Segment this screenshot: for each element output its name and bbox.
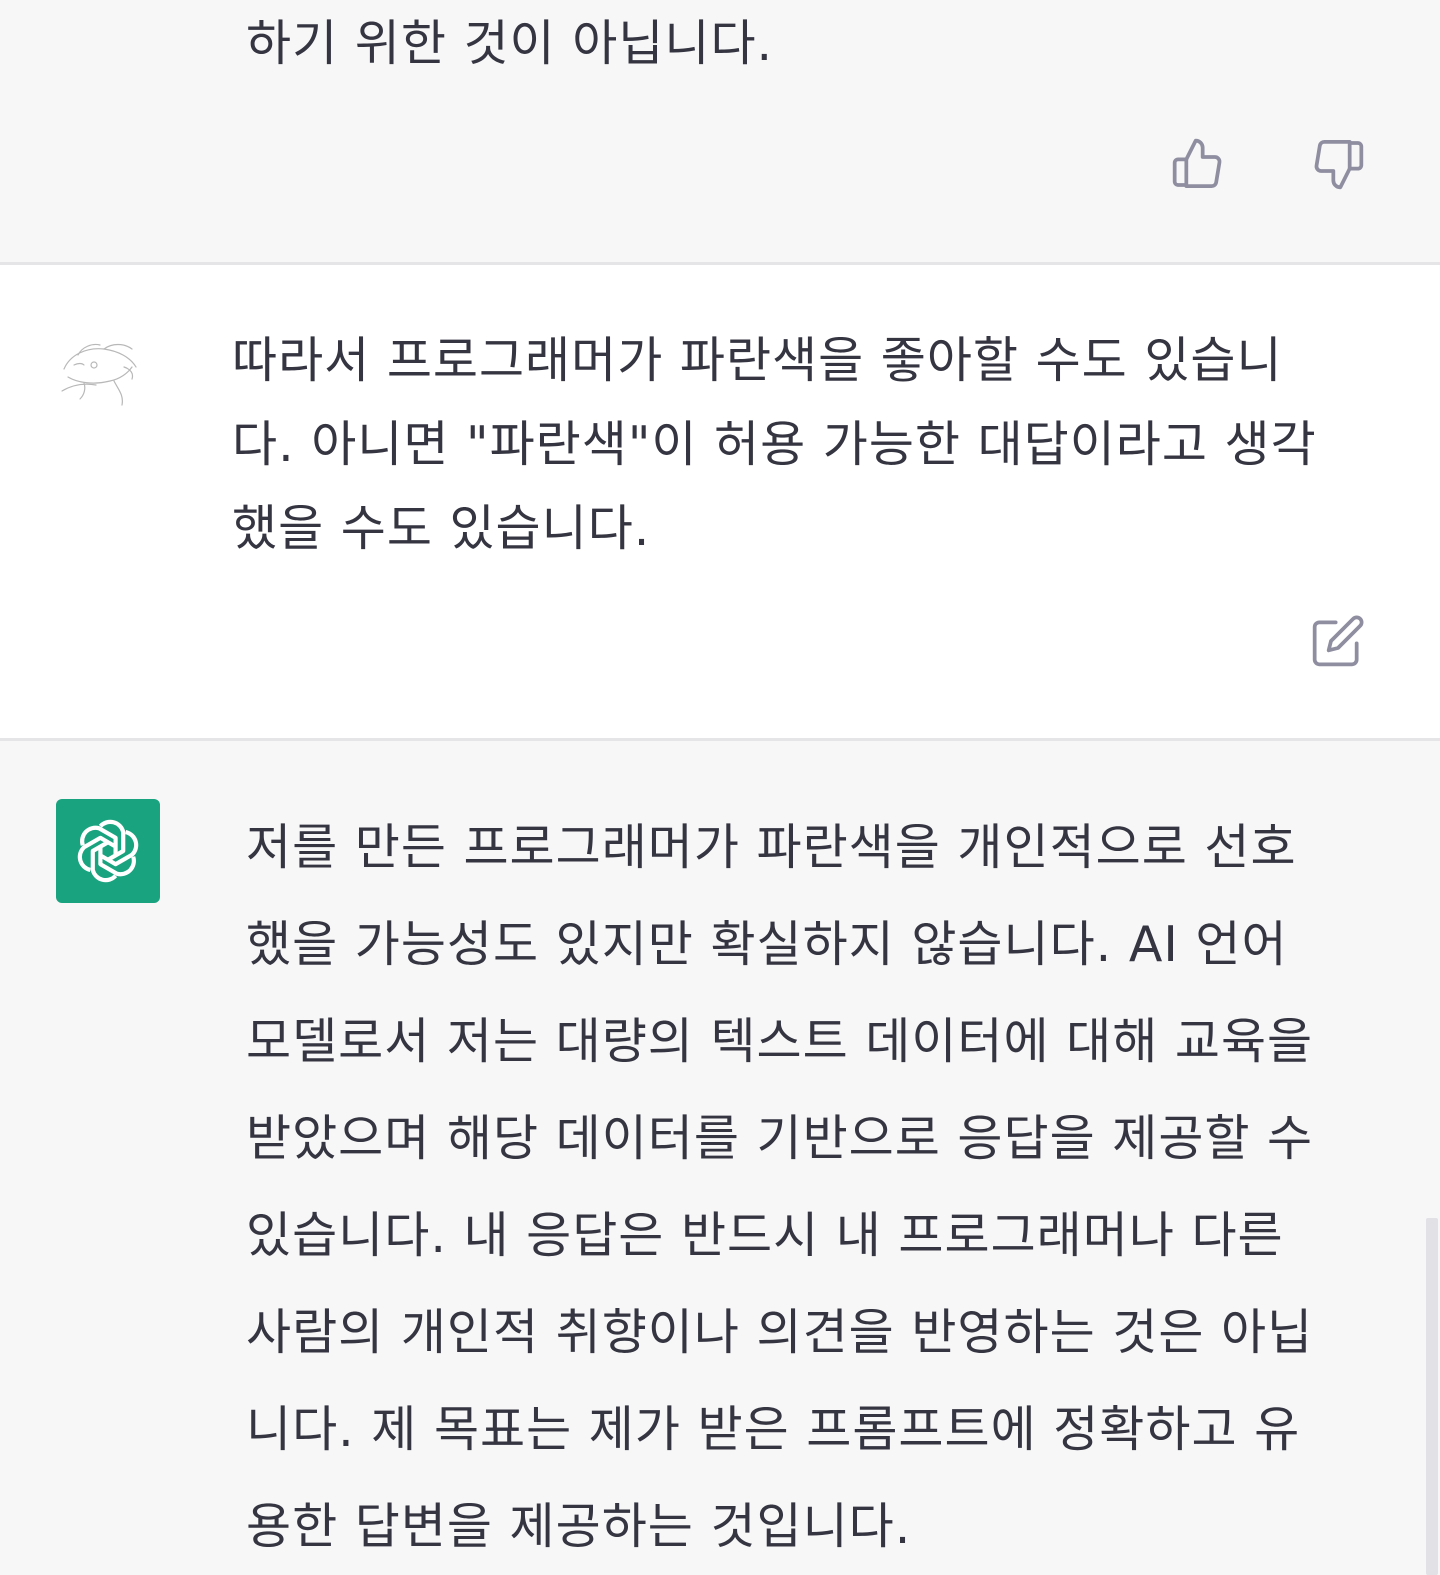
chat-thread: 하기 위한 것이 아닙니다. 따라서 프로그래머가 파란색을 좋아할 수도 있습… — [0, 0, 1440, 1575]
thumbs-up-icon — [1172, 138, 1222, 189]
thumbs-up-button[interactable] — [1170, 136, 1226, 192]
openai-logo-icon — [77, 819, 139, 883]
assistant-message: 저를 만든 프로그래머가 파란색을 개인적으로 선호 했을 가능성도 있지만 확… — [0, 741, 1440, 1575]
user-message: 따라서 프로그래머가 파란색을 좋아할 수도 있습니 다. 아니면 "파란색"이… — [0, 265, 1440, 738]
scrollbar-thumb[interactable] — [1426, 1218, 1438, 1575]
assistant-message-text: 저를 만든 프로그래머가 파란색을 개인적으로 선호 했을 가능성도 있지만 확… — [246, 819, 1314, 1555]
thumbs-down-icon — [1314, 139, 1364, 190]
assistant-avatar — [56, 799, 160, 903]
assistant-message-text: 하기 위한 것이 아닙니다. — [246, 15, 774, 72]
user-avatar — [54, 321, 146, 413]
edit-icon — [1312, 615, 1364, 667]
assistant-message-previous: 하기 위한 것이 아닙니다. — [0, 0, 1440, 262]
user-message-text: 따라서 프로그래머가 파란색을 좋아할 수도 있습니 다. 아니면 "파란색"이… — [232, 332, 1317, 557]
user-avatar-sketch-icon — [61, 343, 137, 406]
thumbs-down-button[interactable] — [1310, 136, 1366, 192]
edit-message-button[interactable] — [1310, 613, 1366, 669]
